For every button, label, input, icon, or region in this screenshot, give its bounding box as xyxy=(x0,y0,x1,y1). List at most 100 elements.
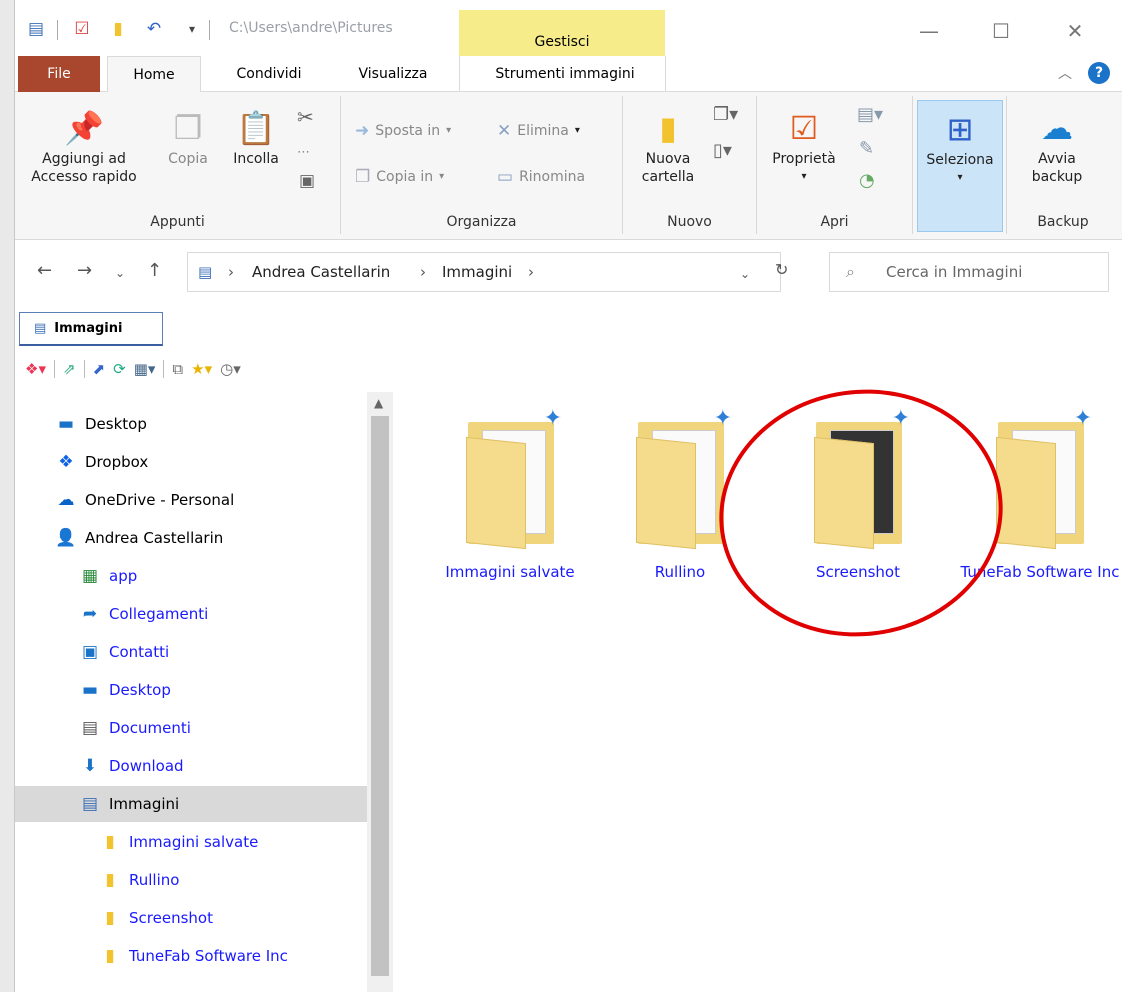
tab-picture-tools[interactable]: Strumenti immagini xyxy=(465,56,665,92)
ribbon: 📌 Aggiungi ad Accesso rapido ❐ Copia 📋 I… xyxy=(15,92,1122,240)
cut-icon[interactable]: ✂ xyxy=(297,107,314,127)
legacy-location-tab[interactable]: ▤ Immagini xyxy=(19,312,163,346)
collapse-ribbon-icon[interactable]: ︿ xyxy=(1058,63,1072,83)
close-button[interactable]: ✕ xyxy=(1055,16,1095,46)
move-to-button[interactable]: ➜ Sposta in ▾ xyxy=(355,122,451,140)
folder-thumbnail: ✦ xyxy=(630,406,732,550)
select-button[interactable]: ⊞ Seleziona ▾ xyxy=(917,100,1003,232)
view-mode-icon[interactable]: ▦▾ xyxy=(134,360,156,378)
rename-icon: ▭ xyxy=(497,167,514,187)
start-backup-label: Avvia backup xyxy=(1031,151,1083,185)
folder-camera-roll[interactable]: ✦ Rullino xyxy=(595,406,765,582)
nav-item-pictures[interactable]: ▤ Immagini xyxy=(15,786,367,822)
folder-thumbnail: ✦ xyxy=(990,406,1092,550)
edit-icon[interactable]: ✎ xyxy=(859,140,874,158)
copy-path-icon[interactable]: ⋯ xyxy=(297,144,310,162)
contextual-tab-manage[interactable]: Gestisci xyxy=(459,10,665,60)
new-item-icon[interactable]: ❐▾ xyxy=(713,106,738,124)
address-box[interactable]: ▤ › Andrea Castellarin › Immagini › ⌄ xyxy=(187,252,781,292)
recent-locations-icon[interactable]: ⌄ xyxy=(115,266,125,280)
select-grid-icon: ⊞ xyxy=(946,110,974,148)
nav-item-desktop[interactable]: ▬ Desktop xyxy=(15,406,367,442)
minimize-button[interactable]: — xyxy=(909,16,949,46)
pin-quick-access-button[interactable]: 📌 Aggiungi ad Accesso rapido xyxy=(29,110,139,186)
breadcrumb-user[interactable]: Andrea Castellarin xyxy=(252,263,390,281)
toolbar-separator xyxy=(83,360,85,378)
nav-item-desktop-user[interactable]: ▬ Desktop xyxy=(15,672,367,708)
nav-item-downloads[interactable]: ⬇ Download xyxy=(15,748,367,784)
history-icon[interactable]: ◔ xyxy=(859,172,875,190)
maximize-button[interactable]: ☐ xyxy=(981,16,1021,46)
copy-to-button[interactable]: ❐ Copia in ▾ xyxy=(355,168,444,186)
scroll-up-icon[interactable]: ▲ xyxy=(374,396,383,410)
nav-item-dropbox[interactable]: ❖ Dropbox xyxy=(15,444,367,480)
group-backup: ☁ Avvia backup Backup xyxy=(1007,96,1119,234)
paste-button[interactable]: 📋 Incolla xyxy=(225,110,287,168)
folder-tunefab[interactable]: ✦ TuneFab Software Inc xyxy=(955,406,1122,582)
copy-label: Copia xyxy=(168,151,208,167)
windows-flag-icon[interactable]: ❖▾ xyxy=(25,360,46,378)
open-icon[interactable]: ▤▾ xyxy=(857,106,883,124)
paste-shortcut-icon[interactable]: ▣ xyxy=(299,172,315,190)
nav-item-label: TuneFab Software Inc xyxy=(129,947,288,965)
folder-icon: ▮ xyxy=(105,908,115,928)
nav-item-documents[interactable]: ▤ Documenti xyxy=(15,710,367,746)
tab-share[interactable]: Condividi xyxy=(211,56,327,92)
tab-home[interactable]: Home xyxy=(107,56,201,93)
copy-to-dropdown-icon: ▾ xyxy=(439,171,445,182)
nav-scrollbar[interactable]: ▲ xyxy=(367,392,393,992)
copy-tool-icon[interactable]: ⧉ xyxy=(172,360,183,378)
properties-quick-icon[interactable]: ☑ xyxy=(71,18,93,40)
copy-button[interactable]: ❐ Copia xyxy=(163,110,213,168)
search-placeholder: Cerca in Immagini xyxy=(886,263,1023,281)
rename-button[interactable]: ▭ Rinomina xyxy=(497,168,585,186)
properties-button[interactable]: ☑ Proprietà ▾ xyxy=(765,110,843,186)
nav-item-label: Desktop xyxy=(109,681,171,699)
connect-icon[interactable]: ⇗ xyxy=(63,360,76,378)
nav-item-label: Desktop xyxy=(85,415,147,433)
folder-label: TuneFab Software Inc xyxy=(960,563,1120,581)
nav-item-user[interactable]: 👤 Andrea Castellarin xyxy=(15,520,367,556)
help-icon[interactable]: ? xyxy=(1088,62,1110,84)
folder-shortcut-icon: ▮ xyxy=(105,946,115,966)
back-arrow-icon[interactable]: ← xyxy=(37,260,52,281)
nav-item-label: Dropbox xyxy=(85,453,149,471)
sync-icon[interactable]: ⟳ xyxy=(113,360,126,378)
delete-button[interactable]: ✕ Elimina ▾ xyxy=(497,122,580,140)
folder-label: Screenshot xyxy=(816,563,900,581)
nav-item-saved-pictures[interactable]: ▮ Immagini salvate xyxy=(15,824,367,860)
select-dropdown-icon: ▾ xyxy=(957,172,963,183)
nav-item-screenshots[interactable]: ▮ Screenshot xyxy=(15,900,367,936)
folder-screenshots[interactable]: ✦ Screenshot xyxy=(773,406,943,582)
tab-separator xyxy=(459,56,460,92)
nav-item-camera-roll[interactable]: ▮ Rullino xyxy=(15,862,367,898)
nav-item-app[interactable]: ▦ app xyxy=(15,558,367,594)
refresh-icon[interactable]: ↻ xyxy=(775,260,788,279)
breadcrumb-pictures[interactable]: Immagini xyxy=(442,263,512,281)
search-input[interactable]: ⌕ Cerca in Immagini xyxy=(829,252,1109,292)
new-folder-quick-icon[interactable]: ▮ xyxy=(107,18,129,40)
start-backup-button[interactable]: ☁ Avvia backup xyxy=(1017,110,1097,186)
group-label-backup: Backup xyxy=(1037,214,1089,230)
nav-item-tunefab[interactable]: ▮ TuneFab Software Inc xyxy=(15,938,367,974)
up-arrow-icon[interactable]: ↑ xyxy=(147,260,162,281)
nav-item-links[interactable]: ➦ Collegamenti xyxy=(15,596,367,632)
easy-access-icon[interactable]: ▯▾ xyxy=(713,142,732,160)
favorite-star-icon[interactable]: ★▾ xyxy=(191,360,212,378)
folder-content-area: ✦ Immagini salvate ✦ Rullino ✦ Screensho… xyxy=(395,371,1122,992)
tab-file[interactable]: File xyxy=(18,56,100,92)
scrollbar-thumb[interactable] xyxy=(371,416,389,976)
pin-tool-icon[interactable]: ⬈ xyxy=(93,360,106,378)
folder-saved-pictures[interactable]: ✦ Immagini salvate xyxy=(425,406,595,582)
nav-item-contacts[interactable]: ▣ Contatti xyxy=(15,634,367,670)
history-tool-icon[interactable]: ◷▾ xyxy=(220,360,241,378)
address-dropdown-icon[interactable]: ⌄ xyxy=(740,267,750,281)
new-folder-button[interactable]: ▮ Nuova cartella xyxy=(633,110,703,186)
undo-icon[interactable]: ↶ xyxy=(143,18,165,40)
nav-item-onedrive[interactable]: ☁ OneDrive - Personal xyxy=(15,482,367,518)
customize-toolbar-icon[interactable]: ▾ xyxy=(181,18,203,40)
explorer-icon[interactable]: ▤ xyxy=(25,18,47,40)
tab-view[interactable]: Visualizza xyxy=(333,56,453,92)
nav-item-label: Collegamenti xyxy=(109,605,209,623)
forward-arrow-icon[interactable]: → xyxy=(77,260,92,281)
